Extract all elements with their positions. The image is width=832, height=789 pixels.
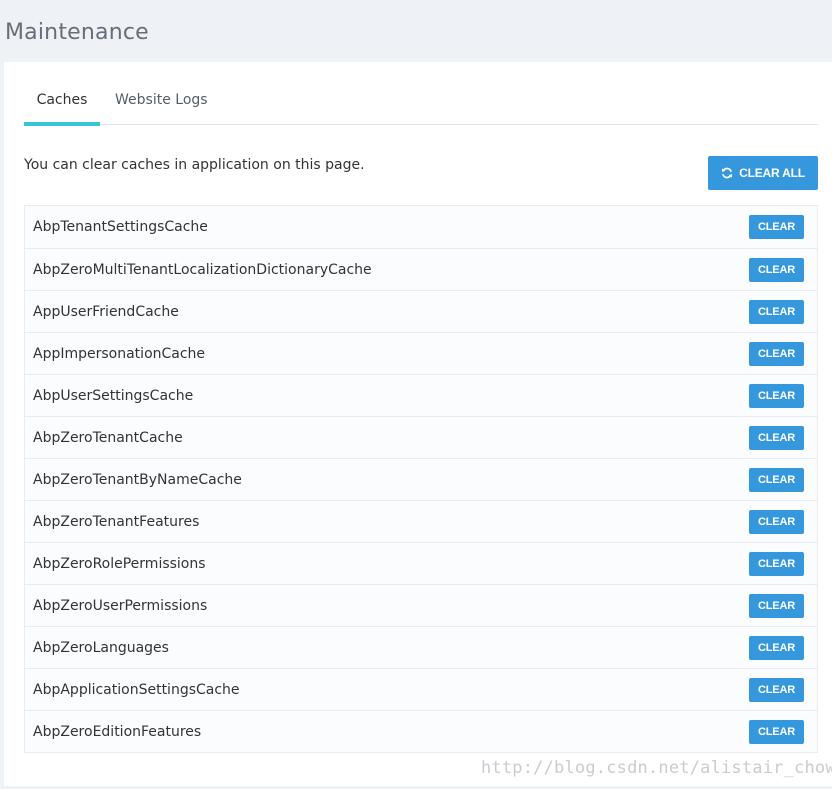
- cache-row: AbpTenantSettingsCache CLEAR: [25, 206, 817, 248]
- cache-row: AbpZeroLanguages CLEAR: [25, 626, 817, 668]
- cache-row: AbpZeroUserPermissions CLEAR: [25, 584, 817, 626]
- cache-name: AbpZeroUserPermissions: [33, 597, 208, 614]
- clear-cache-button[interactable]: CLEAR: [749, 677, 804, 702]
- cache-name: AbpZeroRolePermissions: [33, 555, 206, 572]
- intro-text: You can clear caches in application on t…: [24, 157, 365, 173]
- clear-cache-button[interactable]: CLEAR: [749, 299, 804, 324]
- cache-row: AbpZeroTenantByNameCache CLEAR: [25, 458, 817, 500]
- cache-name: AbpApplicationSettingsCache: [33, 681, 240, 698]
- clear-cache-button[interactable]: CLEAR: [749, 467, 804, 492]
- clear-cache-button[interactable]: CLEAR: [749, 551, 804, 576]
- tab-bar: Caches Website Logs: [24, 62, 818, 126]
- cache-name: AbpUserSettingsCache: [33, 387, 194, 404]
- clear-cache-button[interactable]: CLEAR: [749, 383, 804, 408]
- page-title: Maintenance: [5, 20, 149, 45]
- cache-row: AbpApplicationSettingsCache CLEAR: [25, 668, 817, 710]
- maintenance-panel: Caches Website Logs You can clear caches…: [4, 62, 832, 786]
- cache-row: AppUserFriendCache CLEAR: [25, 290, 817, 332]
- cache-name: AbpTenantSettingsCache: [33, 219, 208, 235]
- clear-cache-button[interactable]: CLEAR: [749, 215, 804, 239]
- cache-name: AppUserFriendCache: [33, 303, 179, 320]
- clear-cache-button[interactable]: CLEAR: [749, 425, 804, 450]
- clear-cache-button[interactable]: CLEAR: [749, 593, 804, 618]
- cache-row: AbpZeroTenantFeatures CLEAR: [25, 500, 817, 542]
- cache-table: AbpTenantSettingsCache CLEAR AbpZeroMultiT…: [24, 205, 818, 753]
- cache-row: AbpUserSettingsCache CLEAR: [25, 374, 817, 416]
- cache-name: AbpZeroTenantByNameCache: [33, 471, 242, 488]
- cache-name: AbpZeroTenantCache: [33, 429, 183, 446]
- clear-all-label: CLEAR ALL: [739, 166, 805, 180]
- clear-cache-button[interactable]: CLEAR: [749, 635, 804, 660]
- clear-cache-button[interactable]: CLEAR: [749, 257, 804, 282]
- watermark: http://blog.csdn.net/alistair_chow: [481, 758, 832, 778]
- clear-all-button[interactable]: CLEAR ALL: [708, 156, 818, 190]
- cache-row: AbpZeroMultiTenantLocalizationDictionary…: [25, 248, 817, 290]
- cache-name: AbpZeroLanguages: [33, 639, 169, 656]
- cache-row: AbpZeroEditionFeatures CLEAR: [25, 710, 817, 752]
- clear-cache-button[interactable]: CLEAR: [749, 719, 804, 744]
- cache-row: AppImpersonationCache CLEAR: [25, 332, 817, 374]
- cache-name: AppImpersonationCache: [33, 345, 206, 362]
- tab-website-logs[interactable]: Website Logs: [104, 92, 214, 125]
- cache-name: AbpZeroTenantFeatures: [33, 513, 200, 530]
- cache-name: AbpZeroMultiTenantLocalizationDictionary…: [33, 261, 372, 278]
- cache-row: AbpZeroRolePermissions CLEAR: [25, 542, 817, 584]
- tab-caches[interactable]: Caches: [24, 92, 100, 126]
- cache-name: AbpZeroEditionFeatures: [33, 723, 202, 740]
- clear-cache-button[interactable]: CLEAR: [749, 341, 804, 366]
- cache-row: AbpZeroTenantCache CLEAR: [25, 416, 817, 458]
- refresh-icon: [722, 167, 733, 179]
- clear-cache-button[interactable]: CLEAR: [749, 509, 804, 534]
